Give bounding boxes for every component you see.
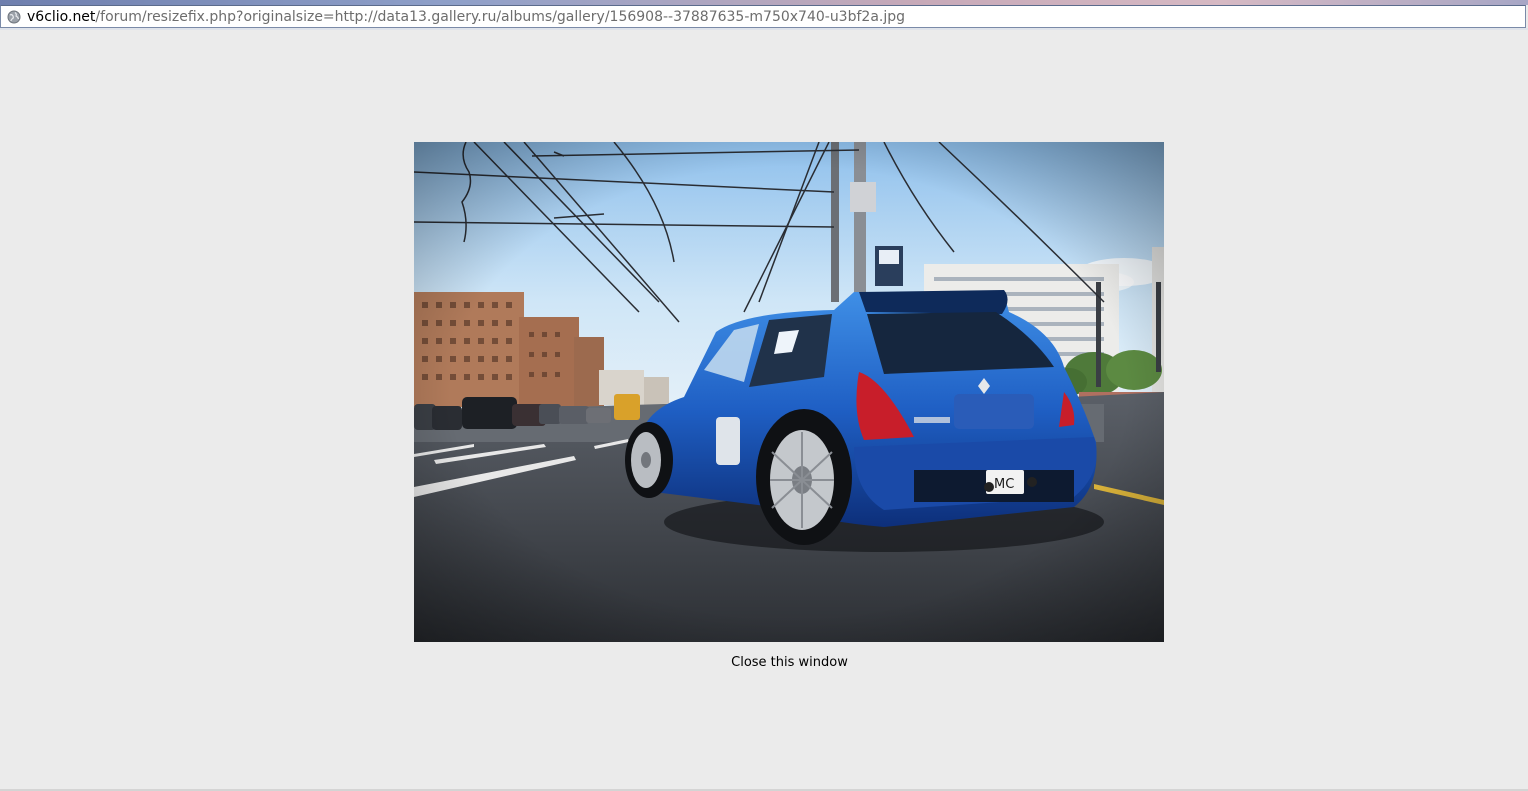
car-photo: MC [414, 142, 1164, 642]
globe-icon [7, 10, 21, 23]
url-domain: v6clio.net [27, 8, 96, 25]
address-bar[interactable]: v6clio.net/forum/resizefix.php?originals… [0, 5, 1526, 28]
url-path: /forum/resizefix.php?originalsize=http:/… [95, 8, 906, 25]
close-window-link[interactable]: Close this window [0, 655, 1528, 670]
address-bar-divider [0, 28, 1528, 30]
